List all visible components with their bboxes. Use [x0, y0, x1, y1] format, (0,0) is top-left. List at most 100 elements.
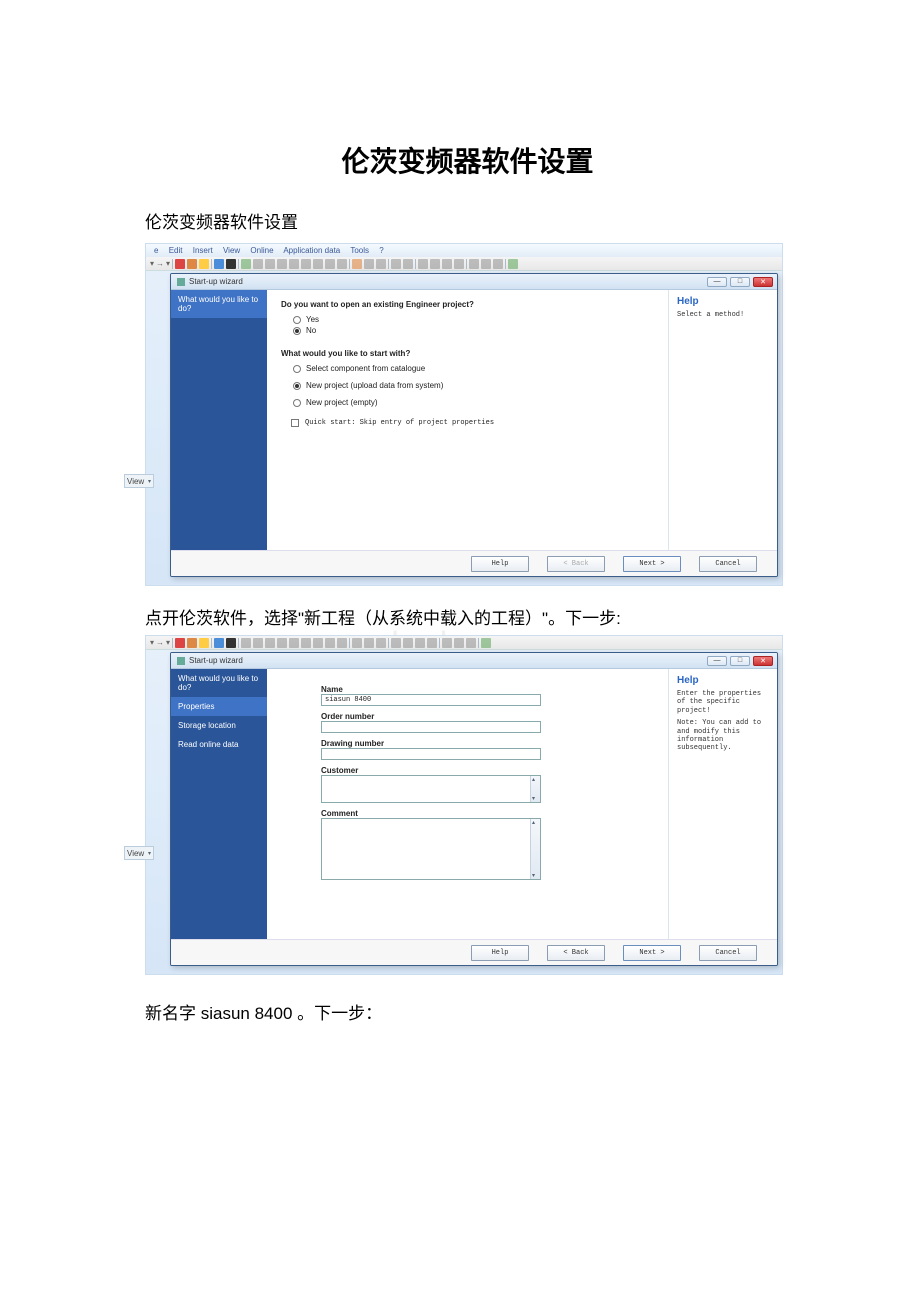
radio-no-row[interactable]: No: [293, 326, 656, 335]
next-button[interactable]: Next >: [623, 945, 681, 961]
toolbar-icon[interactable]: [481, 259, 491, 269]
help-button[interactable]: Help: [471, 945, 529, 961]
menu-tools[interactable]: Tools: [350, 246, 369, 255]
radio-empty-row[interactable]: New project (empty): [293, 398, 656, 407]
help-button[interactable]: Help: [471, 556, 529, 572]
input-comment[interactable]: [321, 818, 541, 880]
toolbar-icon[interactable]: [466, 638, 476, 648]
radio-input[interactable]: [293, 365, 301, 373]
input-order[interactable]: [321, 721, 541, 733]
menu-help[interactable]: ?: [379, 246, 383, 255]
radio-input[interactable]: [293, 382, 301, 390]
toolbar-icon[interactable]: [199, 638, 209, 648]
toolbar-icon[interactable]: [289, 259, 299, 269]
toolbar-icon[interactable]: [289, 638, 299, 648]
scrollbar[interactable]: [530, 776, 540, 802]
input-customer[interactable]: [321, 775, 541, 803]
radio-upload-row[interactable]: New project (upload data from system): [293, 381, 656, 390]
maximize-button[interactable]: □: [730, 656, 750, 666]
toolbar-icon[interactable]: [187, 259, 197, 269]
toolbar-icon[interactable]: [226, 259, 236, 269]
toolbar-icon[interactable]: [403, 638, 413, 648]
toolbar-icon[interactable]: [508, 259, 518, 269]
toolbar-icon[interactable]: [301, 638, 311, 648]
radio-input[interactable]: [293, 399, 301, 407]
radio-catalogue-row[interactable]: Select component from catalogue: [293, 364, 656, 373]
toolbar-icon[interactable]: [241, 638, 251, 648]
radio-input[interactable]: [293, 316, 301, 324]
toolbar-icon[interactable]: [325, 638, 335, 648]
toolbar-icon[interactable]: [364, 638, 374, 648]
cancel-button[interactable]: Cancel: [699, 556, 757, 572]
toolbar-icon[interactable]: [337, 259, 347, 269]
input-name[interactable]: siasun 8400: [321, 694, 541, 706]
label-customer: Customer: [321, 766, 656, 775]
toolbar-icon[interactable]: [493, 259, 503, 269]
next-button[interactable]: Next >: [623, 556, 681, 572]
menu-online[interactable]: Online: [250, 246, 273, 255]
toolbar-icon[interactable]: [175, 638, 185, 648]
toolbar-icon[interactable]: [253, 259, 263, 269]
sidebar-step-what[interactable]: What would you like to do?: [171, 669, 267, 697]
toolbar-icon[interactable]: [430, 259, 440, 269]
toolbar-icon[interactable]: [427, 638, 437, 648]
menu-file[interactable]: e: [154, 246, 158, 255]
toolbar-icon[interactable]: [325, 259, 335, 269]
menu-insert[interactable]: Insert: [193, 246, 213, 255]
toolbar-icon[interactable]: [364, 259, 374, 269]
radio-input[interactable]: [293, 327, 301, 335]
toolbar-icon[interactable]: [277, 638, 287, 648]
minimize-button[interactable]: —: [707, 656, 727, 666]
cancel-button[interactable]: Cancel: [699, 945, 757, 961]
close-button[interactable]: ✕: [753, 277, 773, 287]
back-button[interactable]: < Back: [547, 945, 605, 961]
menu-edit[interactable]: Edit: [169, 246, 183, 255]
scrollbar[interactable]: [530, 819, 540, 879]
maximize-button[interactable]: □: [730, 277, 750, 287]
toolbar-icon[interactable]: [337, 638, 347, 648]
toolbar-icon[interactable]: [199, 259, 209, 269]
menu-view[interactable]: View: [223, 246, 240, 255]
toolbar-icon[interactable]: [241, 259, 251, 269]
toolbar-icon[interactable]: [403, 259, 413, 269]
toolbar-icon[interactable]: [442, 259, 452, 269]
toolbar-icon[interactable]: [415, 638, 425, 648]
toolbar-icon[interactable]: [352, 638, 362, 648]
sidebar-step-storage[interactable]: Storage location: [171, 716, 267, 735]
toolbar-icon[interactable]: [226, 638, 236, 648]
toolbar-icon[interactable]: [481, 638, 491, 648]
toolbar-icon[interactable]: [313, 259, 323, 269]
toolbar-icon[interactable]: [253, 638, 263, 648]
close-button[interactable]: ✕: [753, 656, 773, 666]
toolbar-icon[interactable]: [454, 259, 464, 269]
toolbar-icon[interactable]: [265, 259, 275, 269]
toolbar-icon[interactable]: [277, 259, 287, 269]
sidebar-step-what[interactable]: What would you like to do?: [171, 290, 267, 318]
toolbar-icon[interactable]: [265, 638, 275, 648]
toolbar-icon[interactable]: [469, 259, 479, 269]
view-dropdown[interactable]: View ▾: [124, 474, 154, 488]
toolbar-icon[interactable]: [376, 638, 386, 648]
menu-appdata[interactable]: Application data: [283, 246, 340, 255]
toolbar-icon[interactable]: [352, 259, 362, 269]
toolbar-icon[interactable]: [391, 638, 401, 648]
toolbar-icon[interactable]: [313, 638, 323, 648]
toolbar-icon[interactable]: [454, 638, 464, 648]
toolbar-icon[interactable]: [214, 638, 224, 648]
sidebar-step-read-online[interactable]: Read online data: [171, 735, 267, 754]
view-dropdown[interactable]: View ▾: [124, 846, 154, 860]
checkbox-input[interactable]: [291, 419, 299, 427]
toolbar-icon[interactable]: [391, 259, 401, 269]
sidebar-step-properties[interactable]: Properties: [171, 697, 267, 716]
toolbar-icon[interactable]: [442, 638, 452, 648]
input-drawing[interactable]: [321, 748, 541, 760]
minimize-button[interactable]: —: [707, 277, 727, 287]
quickstart-row[interactable]: Quick start: Skip entry of project prope…: [291, 419, 656, 427]
toolbar-icon[interactable]: [214, 259, 224, 269]
toolbar-icon[interactable]: [187, 638, 197, 648]
toolbar-icon[interactable]: [175, 259, 185, 269]
toolbar-icon[interactable]: [376, 259, 386, 269]
toolbar-icon[interactable]: [301, 259, 311, 269]
toolbar-icon[interactable]: [418, 259, 428, 269]
radio-yes-row[interactable]: Yes: [293, 315, 656, 324]
